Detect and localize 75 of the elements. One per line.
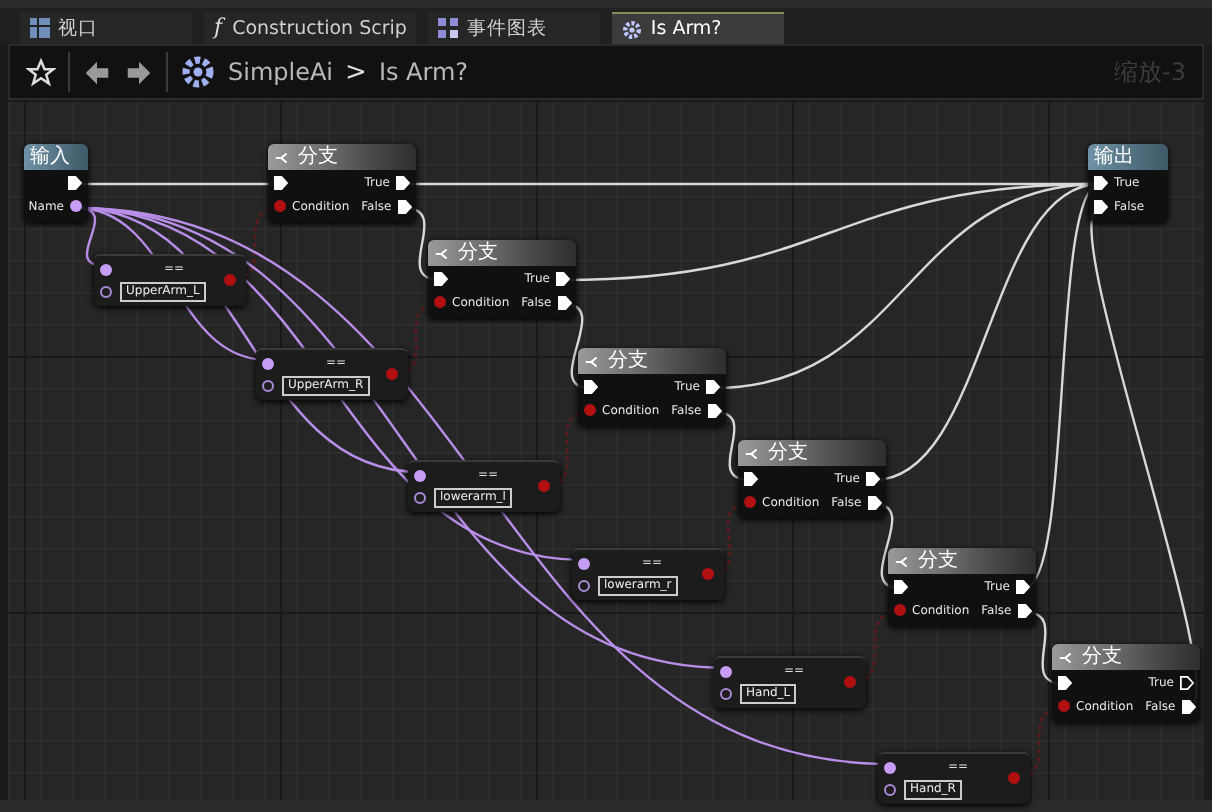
boolean-pin-icon[interactable] xyxy=(224,274,236,286)
boolean-pin-icon[interactable] xyxy=(434,296,446,308)
exec-pin-icon[interactable] xyxy=(397,199,412,213)
data-pin-icon[interactable] xyxy=(262,379,274,391)
branch-icon xyxy=(584,353,602,369)
branch-icon xyxy=(1058,649,1076,665)
document-tab[interactable]: 事件图表 xyxy=(428,12,601,44)
document-tab[interactable]: Is Arm? xyxy=(612,12,785,44)
exec-pin-icon[interactable] xyxy=(1094,175,1108,189)
exec-pin-icon[interactable] xyxy=(1016,579,1030,593)
node-title: 输入 xyxy=(24,144,88,170)
boolean-pin-icon[interactable] xyxy=(584,404,596,416)
boolean-pin-icon[interactable] xyxy=(844,676,856,688)
breadcrumb-item[interactable]: Is Arm? xyxy=(378,58,469,86)
exec-pin-icon[interactable] xyxy=(557,295,572,309)
exec-pin-icon[interactable] xyxy=(556,271,570,285)
exec-pin-icon[interactable] xyxy=(894,579,908,593)
data-pin-icon[interactable] xyxy=(414,469,426,481)
forward-arrow-icon[interactable] xyxy=(124,57,154,87)
document-tab[interactable]: f Construction Scrip xyxy=(204,12,417,44)
function-icon: f xyxy=(214,14,225,42)
exec-pin-icon[interactable] xyxy=(1181,699,1196,713)
data-pin-icon[interactable] xyxy=(578,579,590,591)
document-tab[interactable]: 视口 xyxy=(20,12,192,44)
node-title: 输出 xyxy=(1088,144,1168,170)
exec-pin-icon[interactable] xyxy=(1094,199,1108,213)
branch-icon xyxy=(274,149,292,165)
node-title: 分支 xyxy=(608,348,648,374)
exec-pin-icon[interactable] xyxy=(584,379,598,393)
exec-pin-icon[interactable] xyxy=(1017,603,1032,617)
exec-pin-icon[interactable] xyxy=(867,495,882,509)
data-pin-icon[interactable] xyxy=(100,285,112,297)
boolean-pin-icon[interactable] xyxy=(386,368,398,380)
data-pin-icon[interactable] xyxy=(70,200,82,212)
boolean-pin-icon[interactable] xyxy=(702,568,714,580)
exec-pin-icon[interactable] xyxy=(396,175,410,189)
exec-pin-icon[interactable] xyxy=(1058,675,1072,689)
star-icon[interactable] xyxy=(26,57,56,87)
boolean-pin-icon[interactable] xyxy=(1058,700,1070,712)
exec-pin-icon[interactable] xyxy=(706,379,720,393)
data-pin-icon[interactable] xyxy=(578,557,590,569)
node-title: 分支 xyxy=(918,548,958,574)
boolean-pin-icon[interactable] xyxy=(538,480,550,492)
grid-icon xyxy=(30,18,50,38)
data-pin-icon[interactable] xyxy=(414,491,426,503)
branch-icon xyxy=(744,445,762,461)
boolean-pin-icon[interactable] xyxy=(744,496,756,508)
data-pin-icon[interactable] xyxy=(262,357,274,369)
node-title: 分支 xyxy=(298,144,338,170)
branch-icon xyxy=(434,245,452,261)
boolean-pin-icon[interactable] xyxy=(274,200,286,212)
boolean-pin-icon[interactable] xyxy=(1008,772,1020,784)
exec-pin-icon[interactable] xyxy=(274,175,288,189)
gear-icon xyxy=(622,19,643,39)
exec-pin-icon[interactable] xyxy=(434,271,448,285)
node-title: 分支 xyxy=(1082,644,1122,670)
exec-pin-icon[interactable] xyxy=(1180,675,1194,689)
exec-pin-icon[interactable] xyxy=(707,403,722,417)
gear-icon xyxy=(180,54,216,90)
back-arrow-icon[interactable] xyxy=(82,57,112,87)
node-title: 分支 xyxy=(768,440,808,466)
data-pin-icon[interactable] xyxy=(720,665,732,677)
breadcrumb-separator: > xyxy=(345,57,367,87)
data-pin-icon[interactable] xyxy=(100,263,112,275)
data-pin-icon[interactable] xyxy=(720,687,732,699)
data-pin-icon[interactable] xyxy=(884,761,896,773)
boolean-pin-icon[interactable] xyxy=(894,604,906,616)
node-title: 分支 xyxy=(458,240,498,266)
exec-pin-icon[interactable] xyxy=(866,471,880,485)
exec-pin-icon[interactable] xyxy=(744,471,758,485)
data-pin-icon[interactable] xyxy=(884,783,896,795)
exec-pin-icon[interactable] xyxy=(68,175,82,189)
branch-icon xyxy=(894,553,912,569)
event-graph-icon xyxy=(438,18,459,38)
breadcrumb-item[interactable]: SimpleAi xyxy=(228,58,334,86)
